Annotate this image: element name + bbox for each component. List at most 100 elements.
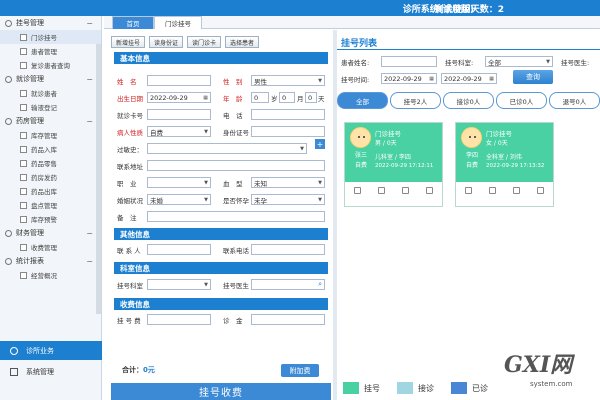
gear-icon xyxy=(5,257,12,265)
read-clinic-card-button[interactable]: 读门诊卡 xyxy=(187,36,222,48)
sidebar-item-inventory[interactable]: 盘点管理 xyxy=(0,198,101,212)
sidebar-item-patient-mgmt[interactable]: 患者管理 xyxy=(0,44,101,58)
doctor-search-field[interactable]: ⌕ xyxy=(251,279,325,290)
print-icon[interactable] xyxy=(537,186,545,194)
settings-icon xyxy=(10,367,18,376)
sex-select[interactable]: 男性 ▼ xyxy=(251,75,325,86)
reg-fee-field[interactable] xyxy=(147,314,211,325)
sidebar-group-registration[interactable]: 挂号管理 − xyxy=(0,16,101,30)
job-select[interactable]: ▼ xyxy=(147,177,211,188)
sidebar-scrollbar[interactable] xyxy=(96,44,101,314)
legend-label: 挂号 xyxy=(364,383,380,393)
sidebar-group-reports[interactable]: 统计报表 − xyxy=(0,254,101,268)
card-no-field[interactable] xyxy=(147,109,211,120)
sidebar-item-drug-out[interactable]: 药品出库 xyxy=(0,184,101,198)
sidebar-clinic-business[interactable]: 诊所业务 xyxy=(0,341,102,360)
sidebar-item-stock[interactable]: 库存管理 xyxy=(0,128,101,142)
new-register-button[interactable]: 新增挂号 xyxy=(111,36,146,48)
patient-name-field[interactable] xyxy=(381,56,437,67)
tab-label: 门诊挂号 xyxy=(165,20,191,28)
sidebar-item-clinic-register[interactable]: 门诊挂号 xyxy=(0,30,101,44)
document-icon xyxy=(20,243,27,251)
consult-fee-field[interactable] xyxy=(251,314,325,325)
contact-phone-field[interactable] xyxy=(251,244,325,255)
sidebar-item-dispense[interactable]: 药房发药 xyxy=(0,170,101,184)
address-field[interactable] xyxy=(147,160,325,171)
name-field[interactable] xyxy=(147,75,211,86)
status-tab-received[interactable]: 接诊0人 xyxy=(443,92,494,109)
user-icon[interactable] xyxy=(377,186,385,194)
chevron-down-icon: ▼ xyxy=(318,77,322,84)
nature-select[interactable]: 自费 ▼ xyxy=(147,126,211,137)
marital-select[interactable]: 未婚 ▼ xyxy=(147,194,211,205)
tab-label: 首页 xyxy=(126,20,140,28)
status-tab-registered[interactable]: 挂号2人 xyxy=(390,92,441,109)
age-years-field[interactable]: 0 xyxy=(251,92,269,103)
status-tab-refunded[interactable]: 退号0人 xyxy=(549,92,600,109)
collapse-icon: − xyxy=(86,256,93,266)
list-dept-value: 全部 xyxy=(488,58,501,67)
collapse-icon: − xyxy=(86,18,93,28)
tab-clinic-register[interactable]: 门诊挂号 xyxy=(154,16,202,29)
allergy-select[interactable]: ▼ xyxy=(147,143,307,154)
group-label: 药房管理 xyxy=(16,117,44,125)
status-tab-all[interactable]: 全部 xyxy=(337,92,388,109)
search-icon[interactable]: ⌕ xyxy=(318,280,322,289)
patient-card[interactable]: 李四 自费 门诊挂号 女 / 0天 全科室 / 刘伟 2022-09-29 17… xyxy=(455,122,554,207)
item-label: 输液登记 xyxy=(31,104,57,112)
read-id-card-button[interactable]: 读身份证 xyxy=(149,36,184,48)
contact-field[interactable] xyxy=(147,244,211,255)
age-months-field[interactable]: 0 xyxy=(279,92,295,103)
add-allergy-button[interactable]: + xyxy=(315,139,325,149)
legend-registered: 挂号 xyxy=(343,382,380,394)
pregnant-select[interactable]: 未孕 ▼ xyxy=(251,194,325,205)
sidebar-system-mgmt[interactable]: 系统管理 xyxy=(0,362,102,381)
id-label: 身份证号 xyxy=(223,129,249,137)
chevron-down-icon: ▼ xyxy=(318,196,322,203)
sidebar-group-finance[interactable]: 财务管理 − xyxy=(0,226,101,240)
dept-select[interactable]: ▼ xyxy=(147,279,211,290)
sidebar-group-pharmacy[interactable]: 药房管理 − xyxy=(0,114,101,128)
sidebar-item-drug-retail[interactable]: 药品零售 xyxy=(0,156,101,170)
age-days-field[interactable]: 0 xyxy=(305,92,317,103)
sidebar-item-charges[interactable]: 收费管理 xyxy=(0,240,101,254)
sidebar-item-visit-patients[interactable]: 就诊患者 xyxy=(0,86,101,100)
status-tab-done[interactable]: 已诊0人 xyxy=(496,92,547,109)
sidebar-group-visit[interactable]: 就诊管理 − xyxy=(0,72,101,86)
document-icon[interactable] xyxy=(402,186,410,194)
select-patient-button[interactable]: 选择患者 xyxy=(225,36,260,48)
edit-icon[interactable] xyxy=(353,186,361,194)
phone-field[interactable] xyxy=(251,109,325,120)
sidebar-item-drug-in[interactable]: 药品入库 xyxy=(0,142,101,156)
blood-select[interactable]: 未知 ▼ xyxy=(251,177,325,188)
section-fee-info: 收费信息 xyxy=(114,298,328,310)
item-label: 就诊患者 xyxy=(31,90,57,98)
card-sex-age: 女 / 0天 xyxy=(486,140,508,147)
item-label: 药品入库 xyxy=(31,146,57,154)
legend-label: 接诊 xyxy=(418,383,434,393)
date-from-picker[interactable]: 2022-09-29 ▦ xyxy=(381,73,437,84)
print-icon[interactable] xyxy=(426,186,434,194)
edit-icon[interactable] xyxy=(464,186,472,194)
list-dept-select[interactable]: 全部 ▼ xyxy=(485,56,553,67)
patient-card[interactable]: 张三 自费 门诊挂号 男 / 0天 儿科室 / 李四 2022-09-29 17… xyxy=(344,122,443,207)
date-to-value: 2022-09-29 xyxy=(444,74,482,83)
sidebar-item-revisit-query[interactable]: 复诊患者查询 xyxy=(0,58,101,72)
sidebar-item-stock-alert[interactable]: 库存预警 xyxy=(0,212,101,226)
note-field[interactable] xyxy=(147,211,325,222)
reg-time-label: 挂号时间: xyxy=(341,76,370,84)
tab-home[interactable]: 首页 xyxy=(112,16,154,29)
id-field[interactable] xyxy=(251,126,325,137)
date-to-picker[interactable]: 2022-09-29 ▦ xyxy=(441,73,497,84)
extra-fee-button[interactable]: 附加费 xyxy=(281,364,319,377)
register-charge-button[interactable]: 挂号收费 xyxy=(111,383,331,400)
sidebar-item-infusion[interactable]: 输液登记 xyxy=(0,100,101,114)
dob-picker[interactable]: 2022-09-29 ▦ xyxy=(147,92,211,103)
user-icon[interactable] xyxy=(488,186,496,194)
section-other-info: 其他信息 xyxy=(114,228,328,240)
sidebar-item-overview[interactable]: 经营概况 xyxy=(0,268,101,282)
card-header: 张三 自费 门诊挂号 男 / 0天 儿科室 / 李四 2022-09-29 17… xyxy=(345,123,442,182)
query-button[interactable]: 查询 xyxy=(513,70,553,84)
document-icon[interactable] xyxy=(513,186,521,194)
item-label: 收费管理 xyxy=(31,244,57,252)
